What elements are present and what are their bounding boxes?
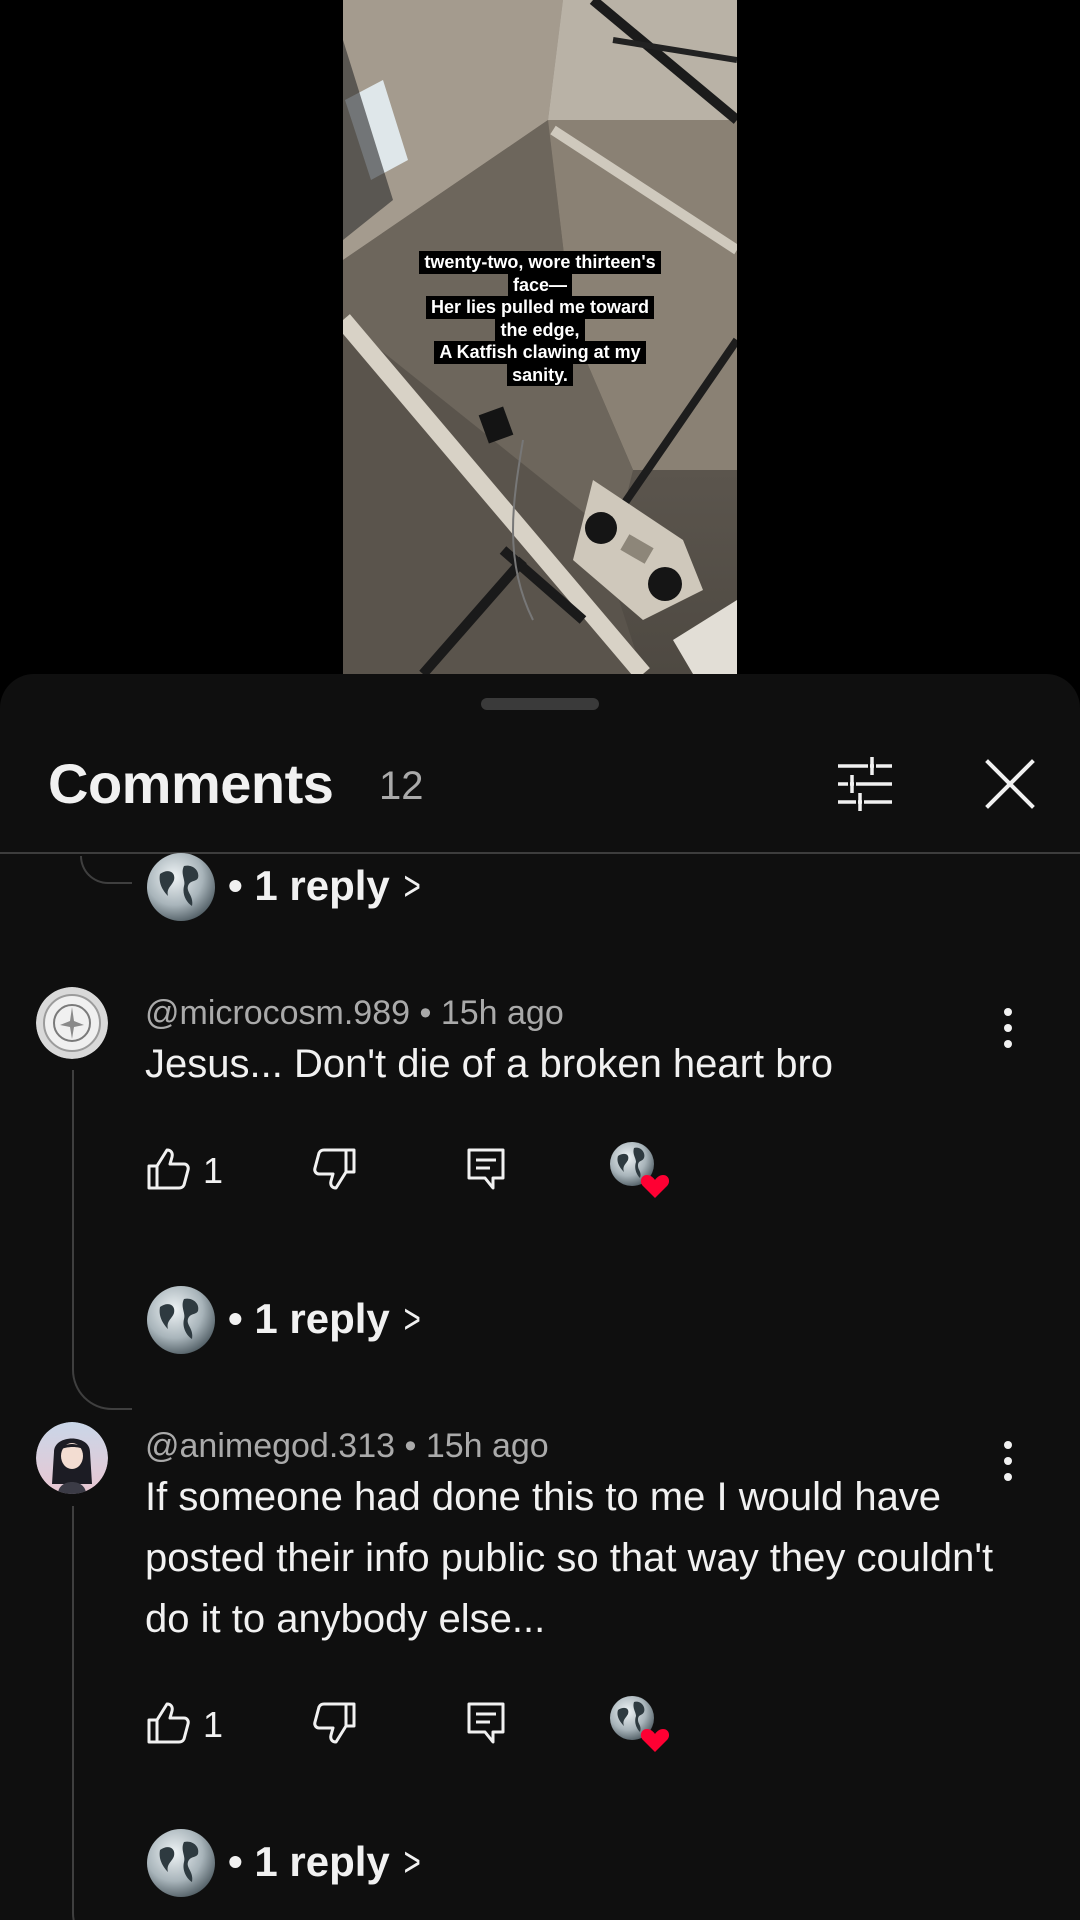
comments-header: Comments 12 <box>0 729 1080 854</box>
creator-heart-icon <box>610 1696 670 1752</box>
creator-heart-badge <box>610 1694 672 1754</box>
dislike-button[interactable] <box>312 1700 358 1746</box>
comments-sheet: Comments 12 • 1 reply > @microcosm.989 •… <box>0 674 1080 1920</box>
caption-line: A Katfish clawing at my <box>434 341 646 364</box>
video-caption: twenty-two, wore thirteen's face— Her li… <box>343 251 737 386</box>
like-count: 1 <box>203 1704 224 1745</box>
coin-avatar-icon <box>36 987 108 1059</box>
drag-handle[interactable] <box>481 698 599 710</box>
replier-avatar <box>146 1285 216 1355</box>
more-vert-icon-dot <box>1004 1473 1012 1481</box>
view-replies-row[interactable]: • 1 reply > <box>0 847 1080 927</box>
commenter-avatar[interactable] <box>36 987 108 1059</box>
chevron-right-icon: > <box>403 1295 421 1342</box>
more-vert-icon-dot <box>1004 1040 1012 1048</box>
comment-reply-icon <box>467 1702 505 1744</box>
thread-connector <box>72 1903 132 1920</box>
comment-meta: @animegod.313 • 15h ago <box>145 1427 549 1465</box>
video-player[interactable]: twenty-two, wore thirteen's face— Her li… <box>0 0 1080 674</box>
caption-line: face— <box>507 273 573 296</box>
thumbs-up-icon <box>147 1148 190 1190</box>
view-replies-link[interactable]: • 1 reply > <box>228 1295 424 1343</box>
video-frame[interactable]: twenty-two, wore thirteen's face— Her li… <box>343 0 737 674</box>
more-vert-icon <box>1004 1008 1012 1016</box>
globe-icon <box>147 853 215 921</box>
globe-icon <box>147 1829 215 1897</box>
globe-icon <box>147 1286 215 1354</box>
view-replies-link[interactable]: • 1 reply > <box>228 1838 424 1886</box>
comment-meta: @microcosm.989 • 15h ago <box>145 994 564 1032</box>
sort-filter-button[interactable] <box>830 749 900 819</box>
reply-button[interactable] <box>463 1700 509 1746</box>
replier-avatar <box>146 1828 216 1898</box>
sliders-icon <box>838 757 892 811</box>
comment-more-button[interactable] <box>990 1433 1026 1489</box>
comment-actions: 1 <box>0 1140 1080 1200</box>
close-button[interactable] <box>975 749 1045 819</box>
view-replies-row[interactable]: • 1 reply > <box>0 1280 1080 1360</box>
comment-text: If someone had done this to me I would h… <box>145 1475 994 1641</box>
comment-text: Jesus... Don't die of a broken heart bro <box>145 1042 834 1086</box>
chevron-right-icon: > <box>403 1838 421 1885</box>
view-replies-link[interactable]: • 1 reply > <box>228 862 424 910</box>
more-vert-icon <box>1004 1441 1012 1449</box>
replier-avatar <box>146 852 216 922</box>
thumbs-down-icon <box>313 1702 356 1744</box>
creator-heart-badge <box>610 1140 672 1200</box>
creator-heart-icon <box>610 1142 670 1198</box>
caption-line: twenty-two, wore thirteen's <box>419 251 661 274</box>
thread-connector <box>72 1360 132 1410</box>
like-button[interactable] <box>145 1700 191 1746</box>
like-button[interactable] <box>145 1146 191 1192</box>
comment-more-button[interactable] <box>990 1000 1026 1056</box>
reply-count-label: • 1 reply <box>228 1295 390 1342</box>
comments-title: Comments <box>48 752 334 815</box>
comments-count: 12 <box>379 764 424 808</box>
reply-count-label: • 1 reply <box>228 862 390 909</box>
comment-reply-icon <box>467 1148 505 1190</box>
reply-button[interactable] <box>463 1146 509 1192</box>
thumbs-up-icon <box>147 1702 190 1744</box>
caption-line: Her lies pulled me toward <box>425 296 655 319</box>
comment-actions: 1 <box>0 1694 1080 1754</box>
caption-line: sanity. <box>507 363 573 386</box>
view-replies-row[interactable]: • 1 reply > <box>0 1823 1080 1903</box>
anime-avatar-icon <box>36 1422 108 1494</box>
close-icon <box>985 759 1035 809</box>
caption-line: the edge, <box>495 318 585 341</box>
chevron-right-icon: > <box>403 862 421 909</box>
thumbs-down-icon <box>313 1148 356 1190</box>
dislike-button[interactable] <box>312 1146 358 1192</box>
like-count: 1 <box>203 1150 224 1191</box>
commenter-avatar[interactable] <box>36 1422 108 1494</box>
more-vert-icon-dot <box>1004 1457 1012 1465</box>
reply-count-label: • 1 reply <box>228 1838 390 1885</box>
more-vert-icon-dot <box>1004 1024 1012 1032</box>
